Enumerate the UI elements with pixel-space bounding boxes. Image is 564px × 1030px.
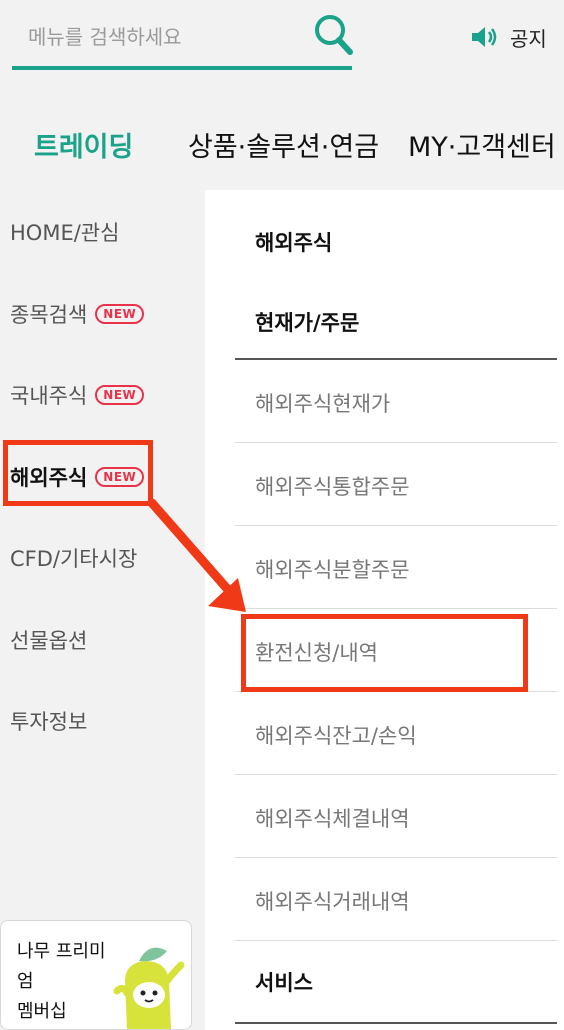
arrow-icon	[147, 498, 246, 612]
